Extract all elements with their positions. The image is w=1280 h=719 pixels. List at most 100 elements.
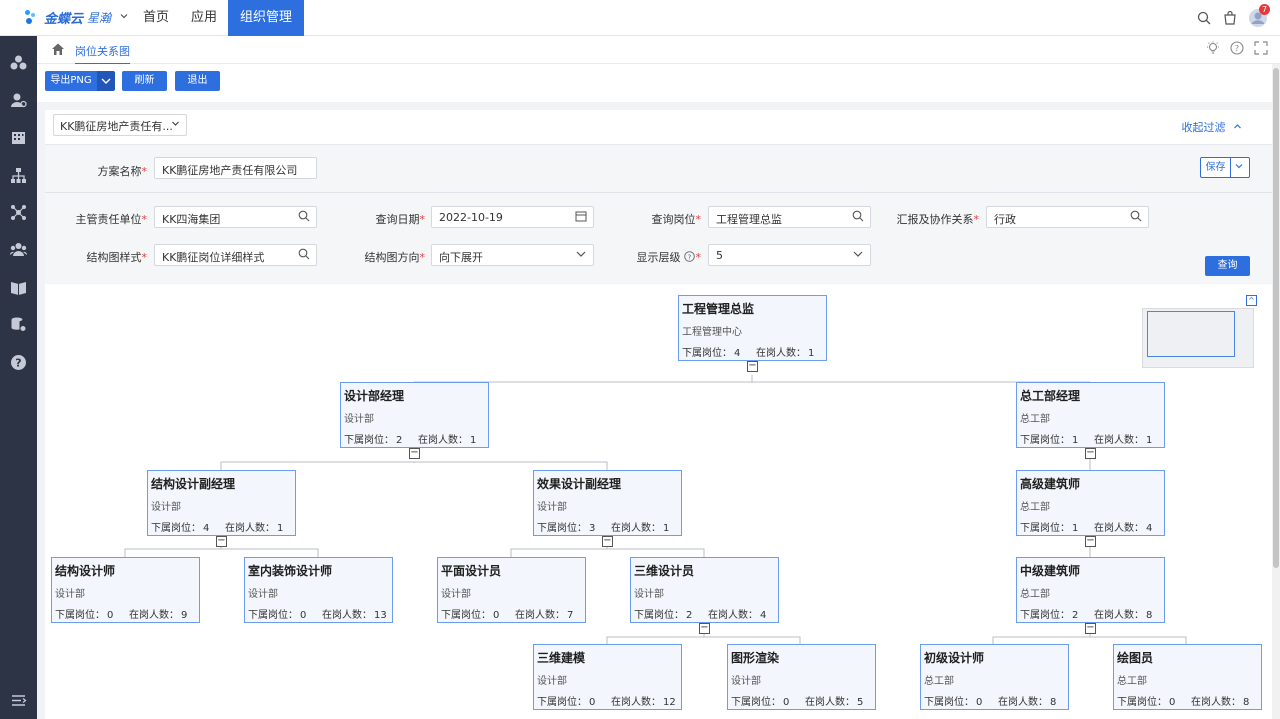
page-tools: ?: [1206, 41, 1268, 55]
position-node[interactable]: 绘图员 总工部 下属岗位： 0 在岗人数： 8: [1113, 644, 1262, 710]
exit-button[interactable]: 退出: [175, 71, 220, 91]
svg-text:?: ?: [1235, 44, 1239, 53]
team-icon[interactable]: [9, 241, 28, 258]
expand-menu-icon[interactable]: [10, 692, 27, 709]
sub-positions-label: 下属岗位：: [924, 697, 974, 708]
position-value: 工程管理总监: [716, 213, 782, 226]
collapse-node-icon[interactable]: −: [216, 536, 227, 547]
position-node[interactable]: 三维建模 设计部 下属岗位： 0 在岗人数： 12: [533, 644, 682, 710]
search-icon[interactable]: [298, 210, 310, 222]
cart-icon[interactable]: [1222, 10, 1238, 26]
unit-field[interactable]: KK四海集团: [154, 206, 317, 228]
collapse-node-icon[interactable]: −: [1085, 623, 1096, 634]
node-stats: 下属岗位： 0 在岗人数： 13: [248, 606, 389, 621]
sub-positions-label: 下属岗位：: [441, 610, 491, 621]
scrollbar-thumb[interactable]: [1273, 68, 1279, 568]
refresh-button[interactable]: 刷新: [122, 71, 167, 91]
collapse-node-icon[interactable]: −: [1085, 536, 1096, 547]
collapse-node-icon[interactable]: −: [1085, 448, 1096, 459]
position-field[interactable]: 工程管理总监: [708, 206, 871, 228]
staff-label: 在岗人数：: [756, 348, 806, 359]
save-button[interactable]: 保存: [1200, 157, 1250, 178]
fullscreen-icon[interactable]: [1254, 41, 1268, 55]
minimap-viewport[interactable]: [1147, 311, 1235, 357]
help-circle-icon[interactable]: ?: [1230, 41, 1244, 55]
book-icon[interactable]: [10, 279, 27, 296]
position-node[interactable]: 三维设计员 设计部 下属岗位： 2 在岗人数： 4: [630, 557, 779, 623]
org-cluster-icon[interactable]: [10, 54, 27, 71]
chevron-down-icon: [171, 119, 180, 131]
node-dept: 设计部: [344, 414, 374, 425]
collapse-node-icon[interactable]: −: [409, 448, 420, 459]
query-button[interactable]: 查询: [1205, 256, 1250, 276]
staff-count: 12: [663, 697, 676, 708]
position-node[interactable]: 结构设计师 设计部 下属岗位： 0 在岗人数： 9: [51, 557, 200, 623]
staff-count: 1: [808, 348, 815, 359]
search-icon[interactable]: [298, 248, 310, 260]
sub-positions-count: 0: [493, 610, 500, 621]
scheme-select[interactable]: KK鹏征房地产责任有...: [53, 114, 187, 136]
position-node[interactable]: 室内装饰设计师 设计部 下属岗位： 0 在岗人数： 13: [244, 557, 393, 623]
export-png-button[interactable]: 导出PNG: [45, 71, 97, 91]
building-icon[interactable]: [10, 129, 27, 146]
node-title: 设计部经理: [344, 389, 405, 403]
search-icon[interactable]: [1130, 210, 1142, 222]
position-node[interactable]: 中级建筑师 总工部 下属岗位： 2 在岗人数： 8: [1016, 557, 1165, 623]
scheme-name-field[interactable]: KK鹏征房地产责任有限公司: [154, 157, 317, 179]
form-divider: [45, 192, 1272, 193]
relation-field[interactable]: 行政: [986, 206, 1149, 228]
collapse-node-icon[interactable]: −: [747, 361, 758, 372]
toolbar: 导出PNG 刷新 退出: [37, 64, 1272, 102]
page-scrollbar[interactable]: [1272, 64, 1280, 719]
sub-positions-label: 下属岗位：: [1020, 523, 1070, 534]
staff-label: 在岗人数：: [1094, 523, 1144, 534]
collapse-node-icon[interactable]: −: [699, 623, 710, 634]
database-settings-icon[interactable]: [10, 316, 27, 333]
position-node[interactable]: 结构设计副经理 设计部 下属岗位： 4 在岗人数： 1: [147, 470, 296, 536]
sub-positions-count: 0: [589, 697, 596, 708]
export-dropdown-button[interactable]: [97, 71, 115, 91]
search-icon[interactable]: [852, 210, 864, 222]
collapse-filter-link[interactable]: 收起过滤: [1182, 119, 1243, 135]
sub-positions-count: 0: [300, 610, 307, 621]
direction-value: 向下展开: [439, 251, 483, 264]
position-node[interactable]: 初级设计师 总工部 下属岗位： 0 在岗人数： 8: [920, 644, 1069, 710]
minimap-toggle-icon[interactable]: ^: [1246, 295, 1257, 306]
nav-home[interactable]: 首页: [132, 0, 180, 36]
style-field[interactable]: KK鹏征岗位详细样式: [154, 244, 317, 266]
node-stats: 下属岗位： 4 在岗人数： 1: [682, 344, 823, 359]
position-node[interactable]: 总工部经理 总工部 下属岗位： 1 在岗人数： 1: [1016, 382, 1165, 448]
position-node[interactable]: 平面设计员 设计部 下属岗位： 0 在岗人数： 7: [437, 557, 586, 623]
node-stats: 下属岗位： 0 在岗人数： 8: [924, 693, 1065, 708]
user-settings-icon[interactable]: [10, 92, 27, 109]
calendar-icon[interactable]: [575, 210, 587, 222]
tab-position-chart[interactable]: 岗位关系图: [75, 43, 130, 65]
level-select[interactable]: 5: [708, 244, 871, 266]
lightbulb-icon[interactable]: [1206, 41, 1220, 55]
position-node[interactable]: 设计部经理 设计部 下属岗位： 2 在岗人数： 1: [340, 382, 489, 448]
staff-count: 4: [760, 610, 767, 621]
date-field[interactable]: 2022-10-19: [431, 206, 594, 228]
position-node[interactable]: 效果设计副经理 设计部 下属岗位： 3 在岗人数： 1: [533, 470, 682, 536]
org-chart-icon[interactable]: [10, 167, 27, 184]
position-node[interactable]: 工程管理总监 工程管理中心 下属岗位： 4 在岗人数： 1: [678, 295, 827, 361]
collapse-node-icon[interactable]: −: [602, 536, 613, 547]
nav-org-management[interactable]: 组织管理: [228, 0, 305, 36]
home-icon[interactable]: [51, 42, 65, 56]
staff-label: 在岗人数：: [611, 697, 661, 708]
network-icon[interactable]: [10, 204, 27, 221]
sub-positions-label: 下属岗位：: [634, 610, 684, 621]
position-node[interactable]: 图形渲染 设计部 下属岗位： 0 在岗人数： 5: [727, 644, 876, 710]
nav-apps[interactable]: 应用: [180, 0, 228, 36]
app-logo[interactable]: 金蝶云 星瀚: [24, 8, 129, 27]
node-dept: 总工部: [1117, 676, 1147, 687]
direction-select[interactable]: 向下展开: [431, 244, 594, 266]
help-icon[interactable]: ?: [10, 354, 27, 371]
search-icon[interactable]: [1196, 10, 1212, 26]
minimap[interactable]: [1142, 308, 1254, 368]
help-circle-icon[interactable]: ?: [683, 251, 695, 262]
chevron-down-icon: [119, 11, 129, 24]
position-node[interactable]: 高级建筑师 总工部 下属岗位： 1 在岗人数： 4: [1016, 470, 1165, 536]
staff-label: 在岗人数：: [805, 697, 855, 708]
style-value: KK鹏征岗位详细样式: [162, 251, 265, 264]
